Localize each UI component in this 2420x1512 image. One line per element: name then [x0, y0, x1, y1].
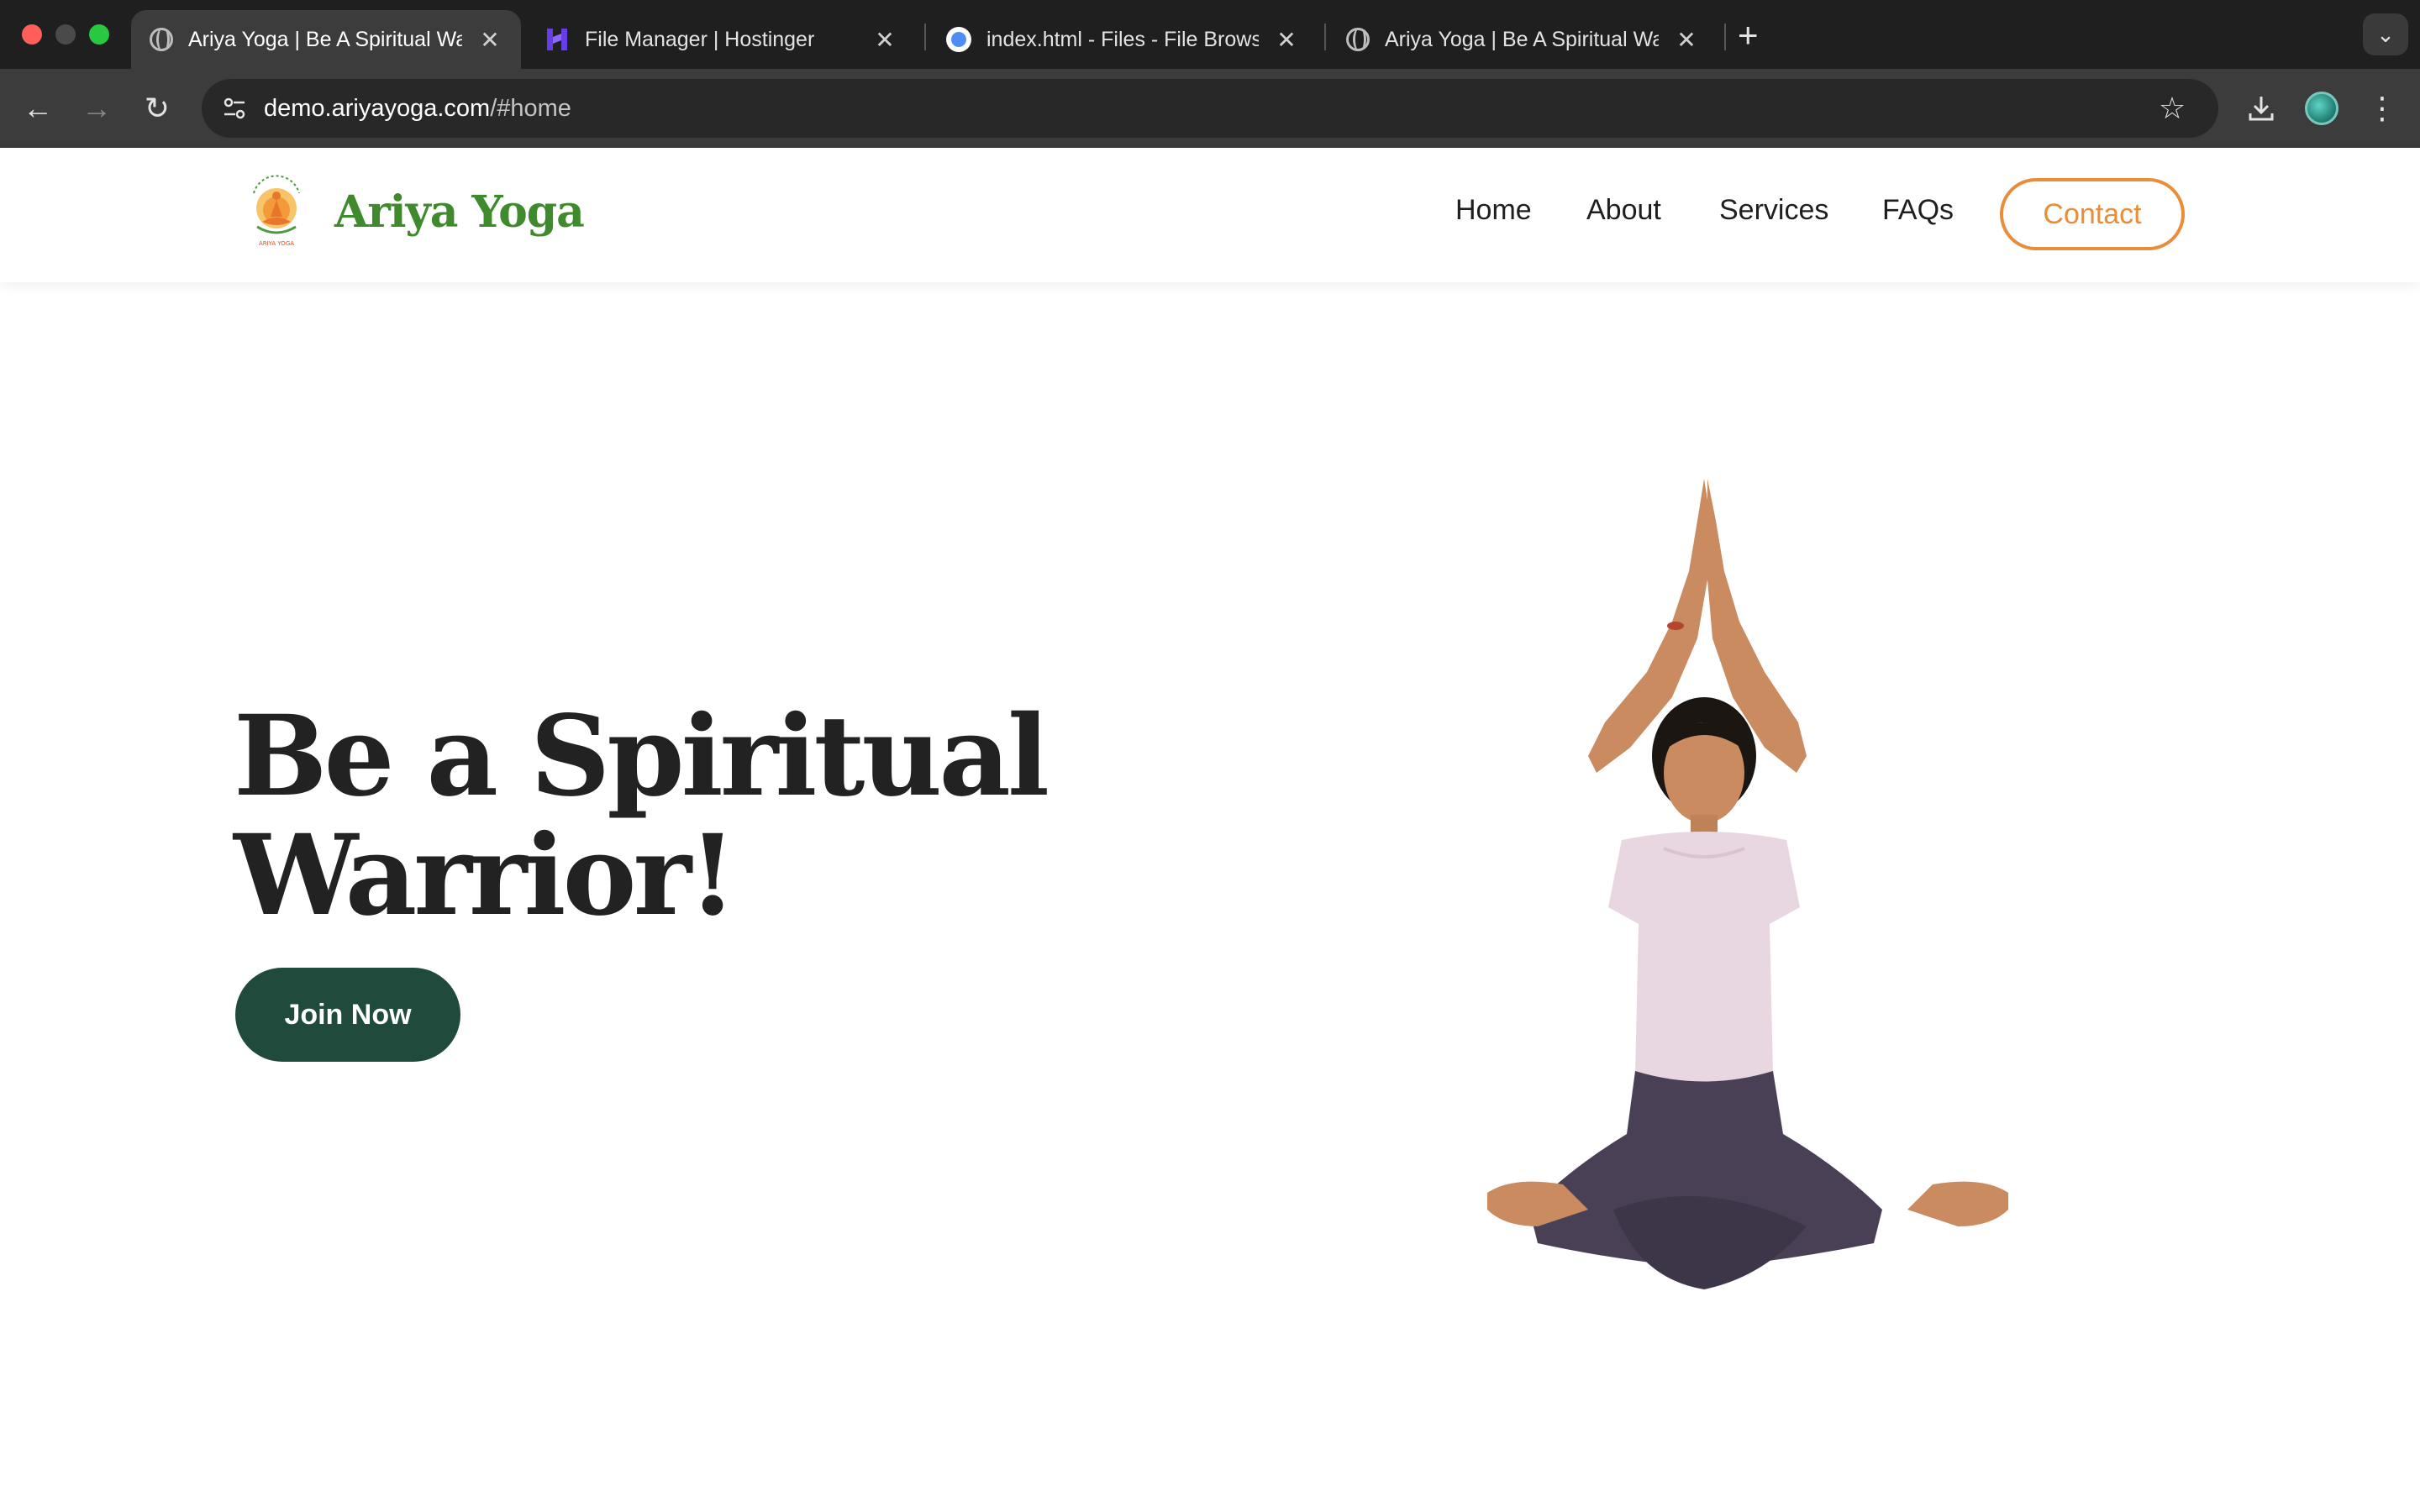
site-header: ARIYA YOGA Ariya Yoga Home About Service… — [0, 148, 2420, 282]
nav-home[interactable]: Home — [1455, 194, 1532, 227]
downloads-button[interactable] — [2240, 87, 2282, 129]
new-tab-button[interactable]: + — [1738, 15, 1759, 55]
tab-separator — [1324, 24, 1326, 50]
browser-tab-1[interactable]: Ariya Yoga | Be A Spiritual Wa ✕ — [131, 10, 521, 69]
hostinger-icon — [547, 29, 567, 50]
nav-faqs[interactable]: FAQs — [1882, 194, 1954, 227]
url-text[interactable]: demo.ariyayoga.com/#home — [264, 79, 571, 138]
url-host: demo.ariyayoga.com — [264, 95, 491, 122]
reload-icon: ↻ — [144, 91, 171, 125]
tab-title: File Manager | Hostinger — [585, 27, 815, 51]
globe-icon — [150, 28, 173, 51]
join-now-button[interactable]: Join Now — [235, 968, 460, 1062]
tab-title: index.html - Files - File Brows — [986, 27, 1259, 51]
browser-toolbar: ← → ↻ demo.ariyayoga.com/#home ☆ ⋮ — [0, 69, 2420, 148]
close-icon[interactable]: ✕ — [477, 26, 502, 54]
brand-name[interactable]: Ariya Yoga — [334, 186, 585, 238]
close-icon[interactable]: ✕ — [872, 26, 897, 54]
yoga-woman-image — [1487, 479, 2008, 1289]
hero-title-line-2: Warrior! — [234, 811, 737, 941]
avatar — [2305, 92, 2338, 125]
hero-title-line-1: Be a Spiritual — [234, 691, 1050, 822]
tab-separator — [1724, 24, 1726, 50]
nav-services[interactable]: Services — [1719, 194, 1828, 227]
reload-button[interactable]: ↻ — [136, 87, 178, 129]
star-icon: ☆ — [2158, 91, 2186, 125]
address-bar[interactable]: demo.ariyayoga.com/#home ☆ — [202, 79, 2218, 138]
browser-tab-strip: Ariya Yoga | Be A Spiritual Wa ✕ File Ma… — [0, 0, 2420, 69]
close-icon[interactable]: ✕ — [1274, 26, 1299, 54]
chevron-down-icon: ⌄ — [2376, 21, 2395, 47]
maximize-window-button[interactable] — [89, 24, 109, 45]
url-path: /#home — [490, 95, 571, 122]
hero-title: Be a Spiritual Warrior! — [234, 697, 1074, 936]
nav-about[interactable]: About — [1586, 194, 1661, 227]
forward-button[interactable]: → — [76, 87, 118, 129]
svg-text:ARIYA YOGA: ARIYA YOGA — [259, 240, 294, 247]
back-button[interactable]: ← — [17, 87, 59, 129]
file-browser-icon — [946, 27, 971, 52]
bookmark-button[interactable]: ☆ — [2151, 87, 2193, 129]
globe-icon — [1346, 28, 1370, 51]
site-info-button[interactable] — [213, 87, 255, 129]
download-icon — [2249, 97, 2274, 121]
tab-title: Ariya Yoga | Be A Spiritual Wa — [1385, 27, 1659, 51]
more-vertical-icon: ⋮ — [2367, 91, 2397, 125]
tune-icon — [224, 97, 245, 119]
contact-button[interactable]: Contact — [2000, 178, 2185, 250]
minimize-window-button[interactable] — [55, 24, 76, 45]
arrow-left-icon: ← — [23, 91, 53, 125]
tab-search-button[interactable]: ⌄ — [2363, 13, 2408, 55]
browser-tab-3[interactable]: index.html - Files - File Brows ✕ — [928, 10, 1318, 69]
profile-button[interactable] — [2301, 87, 2343, 129]
close-window-button[interactable] — [22, 24, 42, 45]
browser-tab-4[interactable]: Ariya Yoga | Be A Spiritual Wa ✕ — [1328, 10, 1718, 69]
browser-tab-2[interactable]: File Manager | Hostinger ✕ — [526, 10, 916, 69]
close-icon[interactable]: ✕ — [1674, 26, 1699, 54]
tab-title: Ariya Yoga | Be A Spiritual Wa — [188, 27, 462, 51]
arrow-right-icon: → — [82, 91, 112, 125]
browser-menu-button[interactable]: ⋮ — [2361, 87, 2403, 129]
tab-separator — [924, 24, 926, 50]
ariya-yoga-logo[interactable]: ARIYA YOGA — [247, 175, 306, 250]
